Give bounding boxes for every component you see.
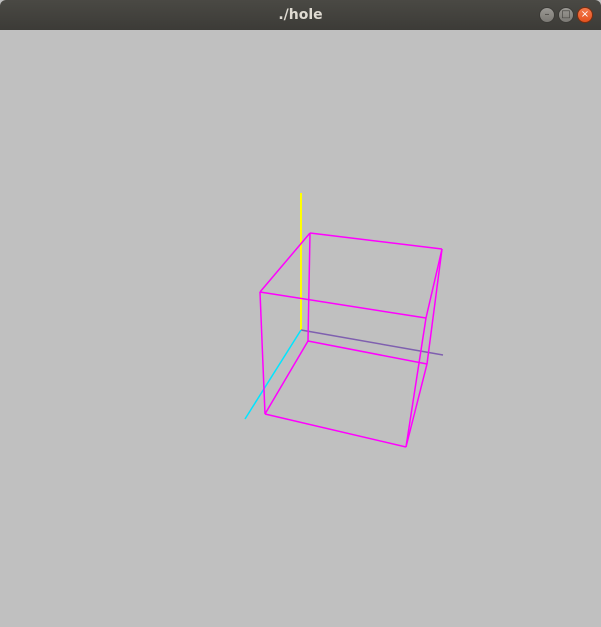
cube-edge xyxy=(264,413,407,448)
z-axis-line xyxy=(244,329,302,420)
wireframe-cube xyxy=(259,232,443,448)
window-controls: – □ × xyxy=(539,7,593,23)
scene-svg xyxy=(244,193,444,448)
maximize-button[interactable]: □ xyxy=(558,7,574,23)
gl-viewport[interactable] xyxy=(0,30,601,627)
title-bar[interactable]: ./hole – □ × xyxy=(0,0,601,30)
minimize-icon: – xyxy=(544,9,550,20)
minimize-button[interactable]: – xyxy=(539,7,555,23)
maximize-icon: □ xyxy=(561,9,571,20)
cube-edge xyxy=(307,340,428,365)
close-button[interactable]: × xyxy=(577,7,593,23)
app-window: ./hole – □ × xyxy=(0,0,601,627)
cube-edge xyxy=(309,232,443,250)
cube-edge xyxy=(259,232,311,293)
close-icon: × xyxy=(580,9,590,20)
cube-edge xyxy=(259,291,266,415)
window-title: ./hole xyxy=(278,7,323,23)
cube-edge xyxy=(259,291,427,319)
cube-edge xyxy=(307,232,311,342)
